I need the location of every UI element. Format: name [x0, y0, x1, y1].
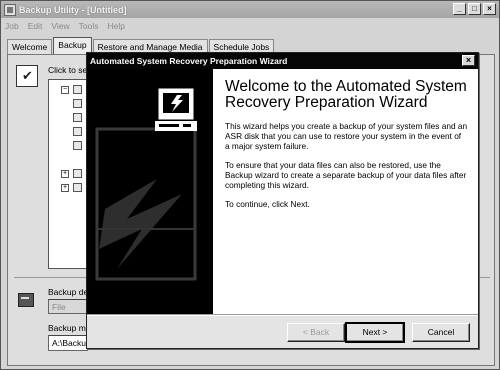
menu-edit[interactable]: Edit [28, 21, 43, 31]
wizard-side-graphic [87, 69, 213, 314]
maximize-button[interactable]: □ [468, 3, 481, 15]
backup-destination-label: Backup de [48, 287, 89, 297]
app-title: Backup Utility - [Untitled] [19, 4, 127, 15]
wizard-titlebar: Automated System Recovery Preparation Wi… [87, 53, 478, 69]
app-icon [4, 3, 16, 16]
tree-checkbox[interactable] [73, 99, 82, 108]
wizard-body: Welcome to the Automated System Recovery… [213, 69, 478, 314]
tree-collapse-icon[interactable]: − [61, 86, 69, 94]
minimize-button[interactable]: _ [453, 3, 466, 15]
tab-welcome[interactable]: Welcome [7, 39, 53, 54]
cancel-button[interactable]: Cancel [412, 323, 470, 342]
wizard-heading: Welcome to the Automated System Recovery… [225, 78, 467, 111]
back-button[interactable]: < Back [287, 323, 345, 342]
next-button[interactable]: Next > [345, 322, 405, 343]
asr-wizard-dialog: Automated System Recovery Preparation Wi… [86, 52, 479, 349]
tree-checkbox[interactable] [73, 85, 82, 94]
menu-view[interactable]: View [51, 21, 69, 31]
wizard-data-files-text: To ensure that your data files can also … [225, 160, 467, 190]
tree-expand-icon[interactable]: + [61, 184, 69, 192]
close-button[interactable]: × [483, 3, 496, 15]
app-titlebar: Backup Utility - [Untitled] _ □ × [1, 1, 499, 18]
wizard-close-button[interactable]: × [462, 55, 475, 66]
tree-checkbox[interactable] [73, 141, 82, 150]
wizard-intro-text: This wizard helps you create a backup of… [225, 121, 468, 151]
tree-checkbox[interactable] [73, 169, 82, 178]
wizard-button-separator [87, 314, 478, 316]
computer-lightning-icon [95, 88, 197, 281]
wizard-title: Automated System Recovery Preparation Wi… [90, 56, 288, 66]
tree-expand-icon[interactable]: + [61, 170, 69, 178]
tree-checkbox[interactable] [73, 113, 82, 122]
backup-media-input[interactable]: A:\Backu [48, 335, 88, 351]
wizard-continue-text: To continue, click Next. [225, 199, 310, 209]
menu-tools[interactable]: Tools [79, 21, 99, 31]
tree-checkbox[interactable] [73, 127, 82, 136]
backup-destination-select[interactable]: File [48, 299, 88, 314]
backup-drive-icon [18, 289, 36, 307]
menu-bar: Job Edit View Tools Help [1, 19, 499, 33]
menu-job[interactable]: Job [5, 21, 19, 31]
menu-help[interactable]: Help [108, 21, 125, 31]
panel-hint: Click to se [48, 65, 88, 75]
caption-buttons: _ □ × [453, 3, 496, 15]
tree-checkbox[interactable] [73, 183, 82, 192]
backup-media-label: Backup me [48, 323, 91, 333]
checklist-icon [16, 65, 38, 87]
